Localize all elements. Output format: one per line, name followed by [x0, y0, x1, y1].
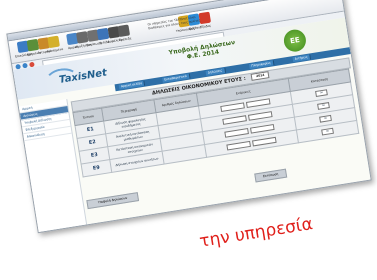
year-select[interactable]: 2014 — [250, 71, 270, 81]
status-button[interactable]: ΟΚ — [319, 114, 332, 123]
submit-label: Υποβολή δηλώσεων — [86, 192, 140, 210]
app-window: Επικόλληση Εργαλεία Ιστορικό Αγαπημένα Αρχικ… — [6, 0, 372, 234]
action-button[interactable] — [226, 140, 251, 151]
menu-item[interactable]: Δηλώσεις — [205, 67, 226, 76]
status-button[interactable]: ΟΚ — [321, 127, 334, 136]
print-button[interactable]: Εκτύπωση — [254, 168, 288, 183]
status-button[interactable]: ΟΚ — [315, 89, 328, 98]
favorites-icon — [47, 35, 60, 49]
action-button[interactable] — [251, 136, 277, 146]
action-button[interactable] — [224, 127, 249, 138]
action-button[interactable] — [245, 97, 271, 108]
action-button[interactable] — [220, 101, 245, 112]
menu-item[interactable]: Αρχική σελίδα — [118, 80, 146, 90]
caption-text: την υπηρεσία — [198, 214, 315, 252]
action-button[interactable] — [222, 114, 247, 125]
toolbar-button[interactable]: Τράπεζα — [114, 24, 135, 46]
action-button[interactable] — [249, 123, 275, 134]
toolbar-button-label: Αγαπημένα — [46, 46, 64, 54]
bank-icon — [117, 24, 131, 38]
toolbar-button[interactable]: Αγαπημένα — [44, 35, 65, 57]
toolbar-button-label: Έξοδος — [199, 23, 212, 30]
eu-badge-icon: ΕΕ — [282, 28, 308, 54]
action-button[interactable] — [247, 110, 273, 121]
status-button[interactable]: ΟΚ — [317, 102, 330, 110]
menu-item[interactable]: Πληροφορίες — [249, 60, 275, 70]
menu-item[interactable]: Αιτήσεις — [292, 54, 312, 63]
toolbar-button-label: Τράπεζα — [118, 36, 132, 43]
